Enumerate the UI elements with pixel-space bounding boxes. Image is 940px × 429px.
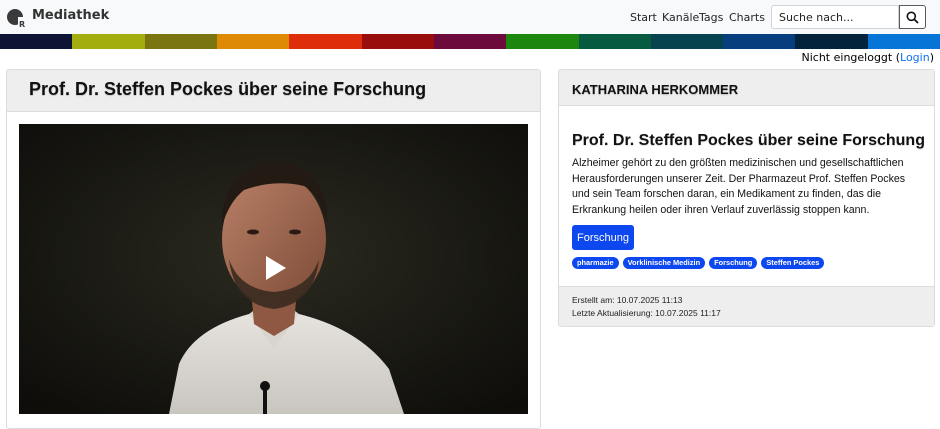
info-card: KATHARINA HERKOMMER Prof. Dr. Steffen Po… xyxy=(558,69,935,327)
login-link[interactable]: Login xyxy=(900,51,930,64)
login-status-suffix: ) xyxy=(929,51,934,64)
category-button[interactable]: Forschung xyxy=(572,225,634,250)
play-icon[interactable] xyxy=(264,255,288,281)
stripe-segment xyxy=(144,34,217,49)
nav-tags[interactable]: Tags xyxy=(699,11,723,24)
stripe-segment xyxy=(361,34,434,49)
brand-name[interactable]: Mediathek xyxy=(32,8,109,23)
stripe-segment xyxy=(0,34,73,49)
stripe-segment xyxy=(795,34,868,49)
login-status-text: Nicht eingeloggt ( xyxy=(801,51,901,64)
stripe-segment xyxy=(72,34,145,49)
tag-list: pharmazie Vorklinische Medizin Forschung… xyxy=(572,257,825,269)
video-card-header: Prof. Dr. Steffen Pockes über seine Fors… xyxy=(7,70,540,112)
color-stripe xyxy=(0,34,940,49)
tag-badge[interactable]: Vorklinische Medizin xyxy=(622,257,706,269)
video-card: Prof. Dr. Steffen Pockes über seine Fors… xyxy=(6,69,541,429)
created-date: Erstellt am: 10.07.2025 11:13 xyxy=(572,295,683,305)
video-title: Prof. Dr. Steffen Pockes über seine Fors… xyxy=(29,79,427,99)
stripe-segment xyxy=(289,34,362,49)
stripe-segment xyxy=(723,34,796,49)
info-card-header: KATHARINA HERKOMMER xyxy=(559,70,934,106)
stripe-segment xyxy=(867,34,940,49)
person-name[interactable]: KATHARINA HERKOMMER xyxy=(572,82,738,97)
info-title: Prof. Dr. Steffen Pockes über seine Fors… xyxy=(572,132,925,149)
stripe-segment xyxy=(433,34,507,49)
info-card-footer: Erstellt am: 10.07.2025 11:13 Letzte Akt… xyxy=(559,286,934,326)
search-button[interactable] xyxy=(899,5,926,29)
video-player[interactable] xyxy=(19,124,528,414)
login-status: Nicht eingeloggt (Login) xyxy=(802,51,935,64)
mediathek-logo-icon[interactable]: R xyxy=(6,8,28,28)
nav-kanaele[interactable]: Kanäle xyxy=(662,11,699,24)
navbar: R Mediathek Start Kanäle Tags Charts xyxy=(0,0,940,34)
stripe-segment xyxy=(650,34,724,49)
stripe-segment xyxy=(578,34,651,49)
updated-date: Letzte Aktualisierung: 10.07.2025 11:17 xyxy=(572,308,721,318)
nav-charts[interactable]: Charts xyxy=(729,11,765,24)
tag-badge[interactable]: Steffen Pockes xyxy=(761,257,825,269)
search-icon xyxy=(906,11,919,24)
info-description: Alzheimer gehört zu den größten medizini… xyxy=(572,157,906,217)
tag-badge[interactable]: pharmazie xyxy=(572,257,619,269)
stripe-segment xyxy=(216,34,290,49)
search-input[interactable] xyxy=(771,5,899,29)
svg-text:R: R xyxy=(19,20,25,28)
nav-start[interactable]: Start xyxy=(630,11,657,24)
stripe-segment xyxy=(506,34,579,49)
tag-badge[interactable]: Forschung xyxy=(709,257,758,269)
